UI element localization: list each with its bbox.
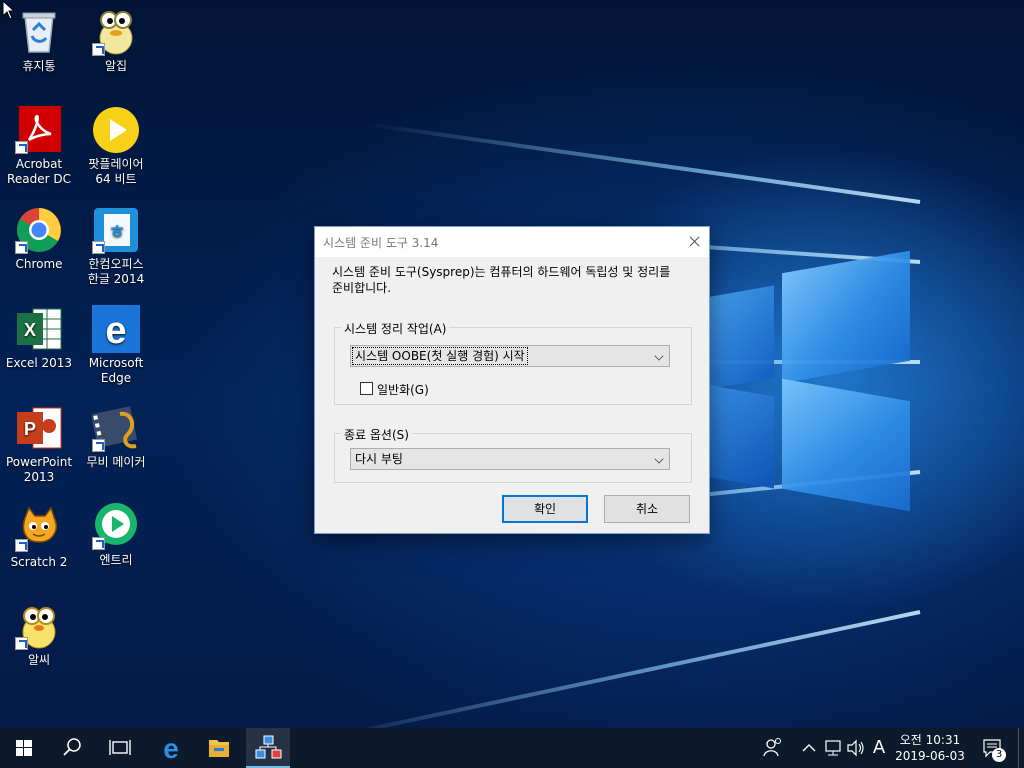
desktop-icon-entry[interactable]: 엔트리 bbox=[78, 502, 154, 568]
mouse-cursor-icon bbox=[2, 0, 16, 20]
speaker-icon bbox=[847, 739, 864, 757]
show-desktop-button[interactable] bbox=[1018, 728, 1024, 768]
shortcut-arrow-icon bbox=[15, 241, 28, 254]
desktop-icon-chrome[interactable]: Chrome bbox=[1, 206, 77, 272]
desktop-icon-label: Microsoft Edge bbox=[88, 356, 144, 385]
shortcut-arrow-icon bbox=[92, 439, 105, 452]
taskbar-sysprep[interactable] bbox=[246, 728, 290, 768]
desktop-icon-powerpoint[interactable]: P PowerPoint 2013 bbox=[1, 404, 77, 485]
chevron-up-icon bbox=[802, 744, 816, 752]
desktop-icon-label: 알집 bbox=[104, 59, 128, 73]
desktop-icon-excel[interactable]: X Excel 2013 bbox=[1, 305, 77, 371]
clock-date: 2019-06-03 bbox=[895, 749, 965, 763]
desktop-icon-label: Scratch 2 bbox=[10, 555, 68, 569]
cancel-button[interactable]: 취소 bbox=[604, 495, 690, 523]
notification-icon bbox=[983, 739, 1001, 758]
desktop-icon-label: 한컴오피스 한글 2014 bbox=[87, 257, 145, 286]
chevron-down-icon[interactable] bbox=[654, 454, 664, 464]
action-center-button[interactable]: 3 bbox=[980, 728, 1008, 768]
desktop-icon-label: Acrobat Reader DC bbox=[7, 157, 71, 186]
cleanup-action-value: 시스템 OOBE(첫 실행 경험) 시작 bbox=[352, 347, 528, 365]
desktop-icon-label: 팟플레이어 64 비트 bbox=[88, 157, 144, 186]
desktop-icon-movie-maker[interactable]: 무비 메이커 bbox=[78, 404, 154, 470]
desktop-icon-potplayer[interactable]: 팟플레이어 64 비트 bbox=[78, 106, 154, 187]
cleanup-action-select[interactable]: 시스템 OOBE(첫 실행 경험) 시작 bbox=[350, 345, 670, 367]
chevron-down-icon[interactable] bbox=[654, 351, 664, 361]
svg-text:e: e bbox=[163, 733, 179, 764]
edge-icon: e bbox=[92, 305, 140, 353]
light-beam bbox=[365, 122, 921, 204]
cleanup-action-group: 시스템 정리 작업(A) 시스템 OOBE(첫 실행 경험) 시작 일반화(G) bbox=[334, 320, 692, 405]
sysprep-dialog: 시스템 준비 도구 3.14 시스템 준비 도구(Sysprep)는 컴퓨터의 … bbox=[314, 226, 710, 534]
notification-count-badge: 3 bbox=[992, 748, 1006, 762]
folder-icon bbox=[209, 740, 229, 757]
cleanup-action-label: 시스템 정리 작업(A) bbox=[341, 320, 450, 337]
svg-text:X: X bbox=[24, 320, 36, 340]
clock[interactable]: 오전 10:31 2019-06-03 bbox=[890, 732, 970, 764]
taskbar: e A 오전 10:31 2019-06-03 3 bbox=[0, 728, 1024, 768]
shortcut-arrow-icon bbox=[92, 241, 105, 254]
shutdown-options-select[interactable]: 다시 부팅 bbox=[350, 448, 670, 470]
volume-button[interactable] bbox=[845, 728, 867, 768]
ime-indicator[interactable]: A bbox=[869, 728, 889, 768]
checkbox-box[interactable] bbox=[360, 382, 373, 395]
recycle-bin-icon bbox=[22, 12, 56, 53]
desktop-icon-label: PowerPoint 2013 bbox=[5, 455, 73, 484]
powerpoint-icon: P bbox=[17, 407, 62, 449]
dialog-description: 시스템 준비 도구(Sysprep)는 컴퓨터의 하드웨어 독립성 및 정리를 … bbox=[332, 265, 671, 295]
people-button[interactable] bbox=[760, 728, 786, 768]
potplayer-icon bbox=[93, 107, 139, 153]
shortcut-arrow-icon bbox=[92, 43, 105, 56]
desktop-icon-label: 휴지통 bbox=[22, 59, 56, 73]
show-hidden-icons-button[interactable] bbox=[798, 728, 820, 768]
taskbar-edge[interactable]: e bbox=[147, 728, 195, 768]
windows-logo bbox=[700, 250, 914, 512]
desktop-icon-edge[interactable]: e Microsoft Edge bbox=[78, 305, 154, 386]
desktop-icon-label: 엔트리 bbox=[99, 553, 133, 567]
desktop-icon-label: Excel 2013 bbox=[5, 356, 73, 370]
search-button[interactable] bbox=[48, 728, 96, 768]
generalize-label: 일반화(G) bbox=[377, 383, 429, 397]
shutdown-options-group: 종료 옵션(S) 다시 부팅 bbox=[334, 426, 692, 483]
clock-time: 오전 10:31 bbox=[899, 733, 961, 747]
shortcut-arrow-icon bbox=[15, 637, 28, 650]
shortcut-arrow-icon bbox=[92, 537, 105, 550]
shutdown-options-label: 종료 옵션(S) bbox=[341, 426, 412, 443]
close-icon[interactable] bbox=[679, 227, 709, 257]
search-icon bbox=[63, 738, 81, 756]
dialog-title: 시스템 준비 도구 3.14 bbox=[323, 236, 439, 250]
light-beam bbox=[313, 610, 921, 728]
windows-start-icon bbox=[16, 740, 32, 756]
desktop-icon-alsee[interactable]: 알씨 bbox=[1, 602, 77, 668]
desktop-icon-hancom[interactable]: ㅎ 한컴오피스 한글 2014 bbox=[78, 206, 154, 287]
edge-icon: e bbox=[163, 733, 179, 764]
desktop-icon-acrobat[interactable]: Acrobat Reader DC bbox=[1, 106, 77, 187]
network-icon bbox=[825, 740, 841, 756]
shutdown-options-value: 다시 부팅 bbox=[355, 452, 403, 466]
task-view-icon bbox=[109, 740, 131, 755]
desktop-icon-scratch[interactable]: Scratch 2 bbox=[1, 504, 77, 570]
ok-button[interactable]: 확인 bbox=[502, 495, 588, 523]
task-view-button[interactable] bbox=[96, 728, 144, 768]
svg-text:ㅎ: ㅎ bbox=[109, 222, 126, 243]
svg-text:P: P bbox=[24, 419, 36, 439]
sysprep-network-icon bbox=[255, 735, 282, 759]
desktop-icon-alzip[interactable]: 알집 bbox=[78, 8, 154, 74]
network-button[interactable] bbox=[822, 728, 844, 768]
shortcut-arrow-icon bbox=[15, 539, 28, 552]
start-button[interactable] bbox=[0, 728, 48, 768]
excel-icon: X bbox=[17, 308, 62, 350]
desktop-icon-label: 무비 메이커 bbox=[86, 455, 146, 469]
taskbar-file-explorer[interactable] bbox=[195, 728, 243, 768]
dialog-title-bar[interactable]: 시스템 준비 도구 3.14 bbox=[315, 227, 709, 257]
shortcut-arrow-icon bbox=[15, 141, 28, 154]
svg-text:e: e bbox=[105, 310, 126, 352]
desktop-icon-label: Chrome bbox=[15, 257, 63, 271]
desktop-icon-label: 알씨 bbox=[27, 653, 51, 667]
people-icon bbox=[763, 738, 781, 757]
